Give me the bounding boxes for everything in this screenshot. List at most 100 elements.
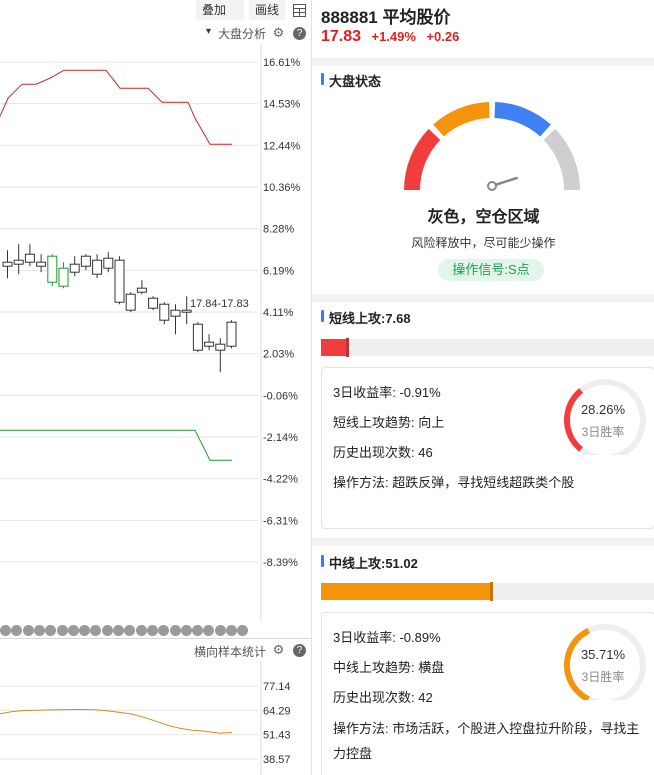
candle-body [92,259,103,275]
y-tick-label: 16.61% [263,57,301,69]
candle-body [103,257,114,269]
scroll-dot[interactable] [56,625,68,636]
scroll-dot[interactable] [158,625,170,636]
y-tick-label: -8.39% [263,557,298,569]
scroll-dot[interactable] [45,625,57,636]
scroll-dot[interactable] [146,625,158,636]
scroll-dot[interactable] [180,625,192,636]
mid-attack-progress-fill [321,583,492,600]
candle-body [192,323,203,351]
mid-attack-card: 3日收益率: -0.89% 中线上攻趋势: 横盘 历史出现次数: 42 操作方法… [321,612,654,775]
candle [114,256,125,305]
sub-y-tick-label: 51.43 [263,730,291,742]
candle-body [226,321,237,347]
scroll-dot[interactable] [192,625,204,636]
candle [92,254,103,279]
method: 操作方法: 超跌反弹，寻找短线超跌类个股 [333,475,575,490]
trend: 短线上攻趋势: 向上 [333,415,445,430]
candle [136,280,147,295]
method: 操作方法: 市场活跃，个股进入控盘拉升阶段，寻找主力控盘 [333,721,640,761]
scroll-dot[interactable] [203,625,215,636]
scroll-dot[interactable] [124,625,136,636]
scroll-dot[interactable] [101,625,113,636]
candle [13,244,24,275]
win-rate-label: 3日胜率 [581,670,625,684]
scroll-dot[interactable] [113,625,124,636]
gauge-segment [404,128,441,191]
candle-body [80,255,91,267]
draw-line-button[interactable]: 画线 [249,0,285,20]
upper-band-line [0,69,232,145]
mid-attack-header: 中线上攻:51.02 [321,553,418,572]
candle-body [181,309,192,313]
scroll-dot[interactable] [79,625,91,636]
overlay-button[interactable]: 叠加 ▾ [196,0,244,37]
win-rate-value: 28.26% [580,402,626,417]
mid-attack-progress [321,582,654,601]
candle-body [24,253,35,263]
scroll-dot[interactable] [33,625,45,636]
candle-body [58,267,69,287]
short-attack-progress [321,338,654,357]
candle [148,296,159,311]
market-state: 灰色，空仓区域 [427,209,540,226]
scroll-dot[interactable] [67,625,79,636]
scroll-dot[interactable] [169,625,181,636]
candle-body [136,287,147,293]
win-rate-value: 35.71% [580,647,626,662]
panel-divider [0,638,311,639]
candle [36,254,47,273]
scroll-dot[interactable] [11,625,23,636]
candle-body [36,261,47,267]
gauge-segment [433,102,490,137]
short-attack-progress-cap [345,338,349,357]
overlay-button-label: 叠加 [202,3,227,17]
candle [69,256,80,277]
gear-icon[interactable]: ⚙ [272,26,285,39]
sub-y-tick-label: 77.14 [263,681,291,693]
scroll-dot[interactable] [214,625,226,636]
y-tick-label: 14.53% [263,99,301,111]
candle [125,292,136,313]
candle [192,322,203,353]
candle-body [2,261,13,267]
gear-icon[interactable]: ⚙ [272,643,285,656]
market-advice: 风险释放中，尽可能少操作 [411,236,556,250]
stock-change-value: +0.26 [426,29,460,44]
gauge-pivot [487,181,497,191]
stock-title: 888881 平均股价 [321,8,451,27]
candle-body [170,309,181,317]
sub-y-tick-label: 64.29 [263,705,291,717]
sub-y-tick-label: 38.57 [263,754,291,766]
scroll-dot[interactable] [0,625,11,636]
y-tick-label: -6.31% [263,515,298,527]
scroll-dot[interactable] [237,625,249,636]
candle [47,254,58,287]
help-icon[interactable]: ? [293,27,306,40]
scroll-dot[interactable] [226,625,237,636]
help-icon[interactable]: ? [293,644,306,657]
lower-band-line [0,429,232,461]
chart-area: 16.61% 14.53% 12.44% 10.36% 8.28% 6.19% 4.11% 2… [0,0,311,775]
chevron-down-icon: ▾ [206,26,212,37]
candle-body [159,303,170,321]
scroll-dot[interactable] [90,625,102,636]
market-status-header: 大盘状态 [321,71,381,90]
y-tick-label: -2.14% [263,432,298,444]
candle [204,334,215,351]
return-3d: 3日收益率: -0.89% [333,630,441,645]
short-attack-header: 短线上攻:7.68 [321,308,411,327]
grid-icon[interactable] [287,0,309,20]
scroll-dot[interactable] [135,625,147,636]
y-tick-label: 8.28% [263,224,294,236]
candle [58,262,69,289]
candle-body [204,341,215,347]
y-tick-label: 12.44% [263,140,301,152]
scroll-dot[interactable] [22,625,34,636]
candle [170,304,181,335]
short-attack-card: 3日收益率: -0.91% 短线上攻趋势: 向上 历史出现次数: 46 操作方法… [321,367,654,529]
gauge-segment [543,128,580,191]
y-tick-label: -4.22% [263,474,298,486]
market-gauge [404,102,580,191]
scroll-dots[interactable] [0,624,260,638]
